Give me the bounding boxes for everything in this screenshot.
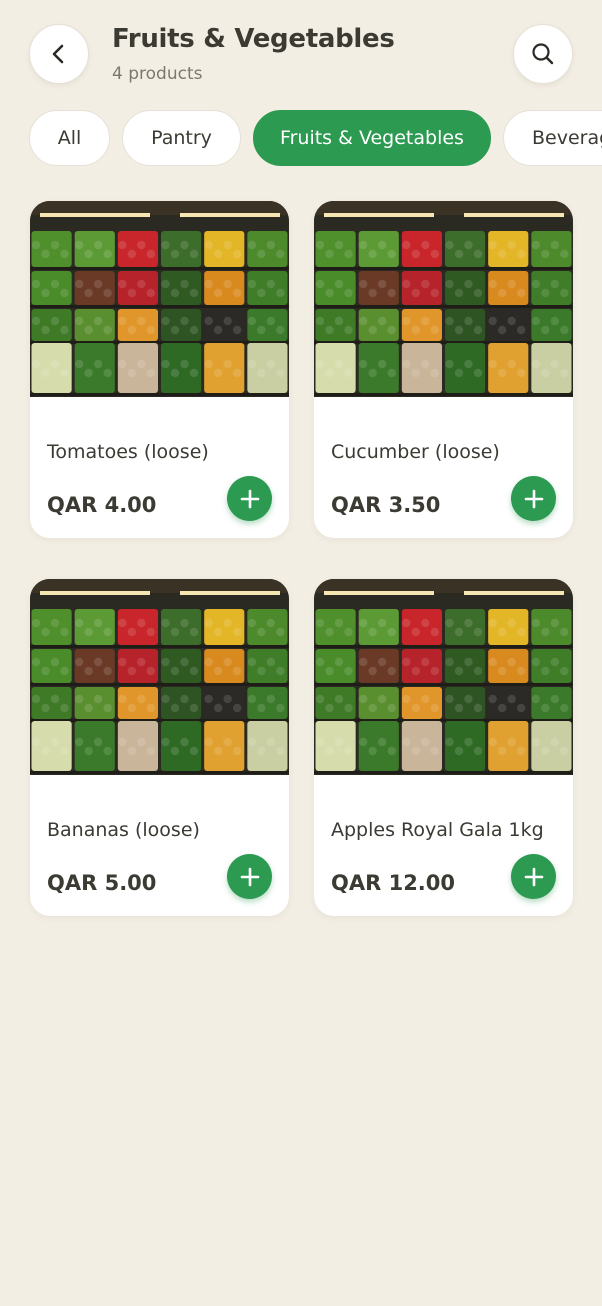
category-page: Fruits & Vegetables 4 products All Pantr… — [0, 0, 602, 1306]
chip-all[interactable]: All — [29, 110, 110, 166]
product-price: QAR 5.00 — [47, 871, 157, 895]
product-card[interactable]: Bananas (loose) QAR 5.00 — [30, 579, 289, 916]
chip-fruits-vegetables[interactable]: Fruits & Vegetables — [253, 110, 491, 166]
product-name: Bananas (loose) — [47, 819, 200, 841]
search-button[interactable] — [513, 24, 573, 84]
plus-icon — [524, 867, 543, 886]
chip-pantry[interactable]: Pantry — [122, 110, 241, 166]
product-card[interactable]: Cucumber (loose) QAR 3.50 — [314, 201, 573, 538]
chevron-left-icon — [52, 44, 64, 64]
product-image — [30, 201, 289, 397]
add-to-cart-button[interactable] — [227, 854, 272, 899]
product-price: QAR 3.50 — [331, 493, 441, 517]
add-to-cart-button[interactable] — [511, 476, 556, 521]
category-chips: All Pantry Fruits & Vegetables Beverages — [0, 110, 602, 168]
product-card[interactable]: Apples Royal Gala 1kg QAR 12.00 — [314, 579, 573, 916]
chip-beverages[interactable]: Beverages — [503, 110, 602, 166]
product-price: QAR 12.00 — [331, 871, 456, 895]
product-name: Tomatoes (loose) — [47, 441, 209, 463]
add-to-cart-button[interactable] — [511, 854, 556, 899]
product-price: QAR 4.00 — [47, 493, 157, 517]
product-name: Apples Royal Gala 1kg — [331, 819, 544, 841]
add-to-cart-button[interactable] — [227, 476, 272, 521]
product-count: 4 products — [112, 64, 203, 84]
product-name: Cucumber (loose) — [331, 441, 500, 463]
plus-icon — [240, 867, 259, 886]
back-button[interactable] — [29, 24, 89, 84]
plus-icon — [524, 489, 543, 508]
product-card[interactable]: Tomatoes (loose) QAR 4.00 — [30, 201, 289, 538]
search-icon — [532, 43, 554, 65]
product-image — [314, 579, 573, 775]
page-title: Fruits & Vegetables — [112, 24, 395, 54]
plus-icon — [240, 489, 259, 508]
product-image — [30, 579, 289, 775]
product-image — [314, 201, 573, 397]
